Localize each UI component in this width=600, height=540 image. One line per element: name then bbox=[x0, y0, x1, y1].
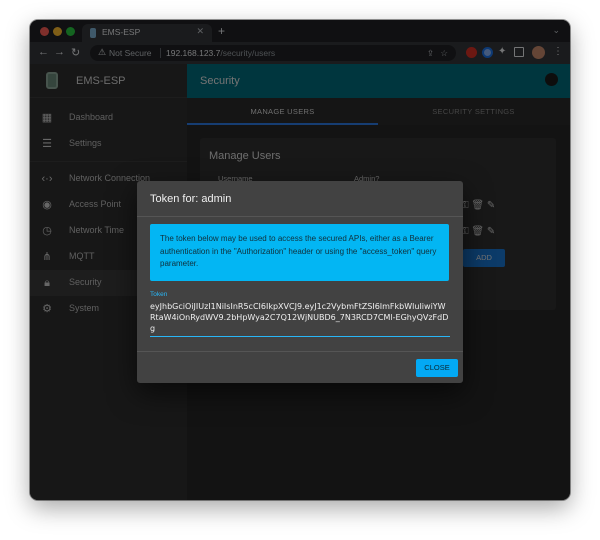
token-field[interactable]: eyJhbGciOiJIUzI1NiIsInR5cCI6IkpXVCJ9.eyJ… bbox=[150, 301, 450, 334]
dialog-divider bbox=[137, 216, 463, 217]
dialog-divider bbox=[137, 351, 463, 352]
token-field-underline bbox=[150, 336, 450, 337]
close-button[interactable]: CLOSE bbox=[416, 359, 458, 377]
token-dialog: Token for: admin The token below may be … bbox=[137, 181, 463, 383]
modal-backdrop[interactable]: Token for: admin The token below may be … bbox=[30, 20, 570, 500]
browser-window: EMS-ESP ✕ + ⌄ ← → ↻ ⚠ Not Secure 192.168… bbox=[30, 20, 570, 500]
token-field-label: Token bbox=[150, 291, 168, 298]
dialog-title: Token for: admin bbox=[150, 193, 232, 205]
close-button-label: CLOSE bbox=[424, 363, 450, 372]
info-message: The token below may be used to access th… bbox=[150, 224, 449, 281]
